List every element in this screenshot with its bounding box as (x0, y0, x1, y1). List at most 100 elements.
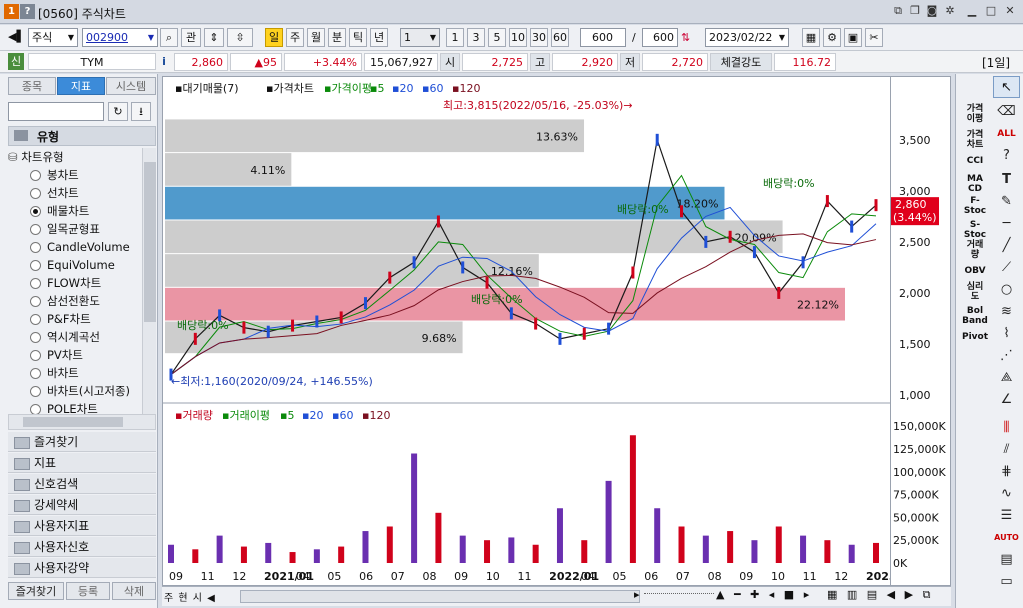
radio-icon[interactable] (30, 386, 41, 397)
radio-icon[interactable] (30, 368, 41, 379)
zigzag-icon[interactable]: ⌇ (993, 324, 1020, 344)
ind-sstoc[interactable]: S- Stoc (961, 220, 989, 240)
cycle-icon[interactable]: ⫼ (993, 418, 1020, 438)
group-label[interactable]: ⛁ 차트유형 (8, 148, 64, 166)
folder-item[interactable]: 즐겨찾기 (8, 432, 156, 452)
chart-type-item[interactable]: 매물차트 (30, 202, 89, 220)
list-hscrollbar[interactable] (8, 414, 156, 430)
date-input[interactable]: 2023/02/22 ▼ (705, 28, 789, 47)
ind-pivot[interactable]: Pivot (961, 332, 989, 342)
radio-icon[interactable] (30, 224, 41, 235)
delete-button[interactable]: 삭제 (112, 582, 156, 600)
search-icon[interactable]: ⌕ (160, 28, 178, 47)
tools-icon[interactable]: ✂ (865, 28, 883, 47)
period-month[interactable]: 월 (307, 28, 325, 47)
chart-area[interactable]: 9.68% 22.12% 12.16% 20.09% 18.20% 4.11% 13.63%… (162, 76, 916, 586)
folder-item[interactable]: 사용자지표 (8, 516, 156, 536)
help-badge[interactable]: ? (20, 4, 35, 19)
ind-psy[interactable]: 심리 도 (961, 282, 989, 302)
period-year[interactable]: 년 (370, 28, 388, 47)
auto-icon[interactable]: AUTO (993, 528, 1020, 548)
chart-type-item[interactable]: 일목균형표 (30, 220, 100, 238)
ind-cci[interactable]: CCI (961, 156, 989, 166)
ind-volume[interactable]: 거래 량 (961, 240, 989, 260)
chart-type-item[interactable]: 바차트(시고저종) (30, 382, 130, 400)
levels-icon[interactable]: ☰ (993, 506, 1020, 526)
chart-type-item[interactable]: FLOW차트 (30, 274, 101, 292)
channel-icon[interactable]: ⫽ (993, 440, 1020, 460)
radio-icon[interactable] (30, 314, 41, 325)
tab-stocks[interactable]: 종목 (8, 77, 56, 95)
radio-icon[interactable] (30, 170, 41, 181)
ind-fstoc[interactable]: F- Stoc (961, 196, 989, 216)
interval-1[interactable]: 1 (446, 28, 464, 47)
period-minute[interactable]: 분 (328, 28, 346, 47)
radio-icon[interactable] (30, 296, 41, 307)
interval-30[interactable]: 30 (530, 28, 548, 47)
trendline-icon[interactable]: ╱ (993, 236, 1020, 256)
chart-type-item[interactable]: P&F차트 (30, 310, 91, 328)
refresh-icon[interactable]: ⇅ (681, 31, 690, 44)
info-icon[interactable]: i (158, 53, 170, 70)
updown-icon[interactable]: ⇕ (204, 28, 224, 47)
copy-icon[interactable]: ❐ (908, 4, 922, 18)
interval-10[interactable]: 10 (509, 28, 527, 47)
folder-item[interactable]: 신호검색 (8, 474, 156, 494)
chart-type-item[interactable]: 바차트 (30, 364, 79, 382)
radio-icon[interactable] (30, 260, 41, 271)
ind-price-chart[interactable]: 가격 차트 (961, 130, 989, 150)
chart-type-item[interactable]: EquiVolume (30, 256, 115, 274)
chart-type-item[interactable]: 삼선전환도 (30, 292, 100, 310)
cursor-tool-icon[interactable]: ↖ (993, 76, 1020, 98)
chart-type-item[interactable]: 봉차트 (30, 166, 79, 184)
register-button[interactable]: 등록 (66, 582, 110, 600)
question-icon[interactable]: ? (993, 146, 1020, 166)
zoom-slider[interactable] (644, 593, 714, 599)
ind-bollinger[interactable]: Bol Band (961, 306, 989, 326)
chart-icon[interactable]: ▦ (802, 28, 820, 47)
folder-item[interactable]: 사용자강약 (8, 558, 156, 578)
chart-type-item[interactable]: 선차트 (30, 184, 79, 202)
scroll-thumb[interactable] (144, 162, 156, 322)
wave-icon[interactable]: ∿ (993, 484, 1020, 504)
interval-select[interactable]: 1 ▼ (400, 28, 440, 47)
market-select[interactable]: 주식 ▼ (28, 28, 78, 47)
link-icon[interactable]: ⧉ (891, 4, 905, 18)
radio-icon[interactable] (30, 242, 41, 253)
settings-icon[interactable]: ✲ (943, 4, 957, 18)
doc-icon[interactable]: ▭ (993, 572, 1020, 592)
minimize-icon[interactable]: ▁ (965, 4, 979, 18)
scroll-track[interactable] (240, 590, 640, 603)
download-icon[interactable]: ⭳ (131, 102, 151, 121)
chart-type-item[interactable]: CandleVolume (30, 238, 130, 256)
nav-arrow-icon[interactable]: ◀▌ (8, 30, 25, 43)
chart-type-item[interactable]: PV차트 (30, 346, 83, 364)
radio-icon[interactable] (30, 350, 41, 361)
reload-icon[interactable]: ↻ (108, 102, 128, 121)
price-chart[interactable]: 9.68%22.12%12.16%20.09%18.20%4.11%13.63%… (163, 77, 916, 585)
pen-icon[interactable]: ✎ (993, 192, 1020, 212)
fibo-icon[interactable]: ≋ (993, 302, 1020, 322)
tab-favorites[interactable]: 즐겨찾기 (8, 582, 64, 600)
angle-icon[interactable]: ∠ (993, 390, 1020, 410)
interval-3[interactable]: 3 (467, 28, 485, 47)
close-icon[interactable]: ✕ (1003, 4, 1017, 18)
folder-item[interactable]: 강세약세 (8, 495, 156, 515)
tab-system[interactable]: 시스템 (106, 77, 156, 95)
pitchfork-icon[interactable]: ⋕ (993, 462, 1020, 482)
circle-icon[interactable]: ○ (993, 280, 1020, 300)
all-icon[interactable]: ALL (993, 124, 1020, 144)
ray-icon[interactable]: ⟋ (993, 258, 1020, 278)
radio-icon[interactable] (30, 206, 41, 217)
hscroll-thumb[interactable] (23, 417, 123, 427)
scroll-right-icon[interactable]: ▸ (634, 588, 640, 601)
folder-item[interactable]: 사용자신호 (8, 537, 156, 557)
stack-icon[interactable]: ▤ (993, 550, 1020, 570)
list-scrollbar[interactable] (142, 148, 156, 422)
gear-icon[interactable]: ⚙ (823, 28, 841, 47)
period-tick[interactable]: 틱 (349, 28, 367, 47)
export-controls[interactable]: ▦ ▥ ▤ ◀ ▶ ⧉ (827, 588, 933, 602)
radio-icon[interactable] (30, 278, 41, 289)
ind-price-ma[interactable]: 가격 이평 (961, 104, 989, 124)
camera-icon[interactable]: ◙ (925, 4, 939, 18)
